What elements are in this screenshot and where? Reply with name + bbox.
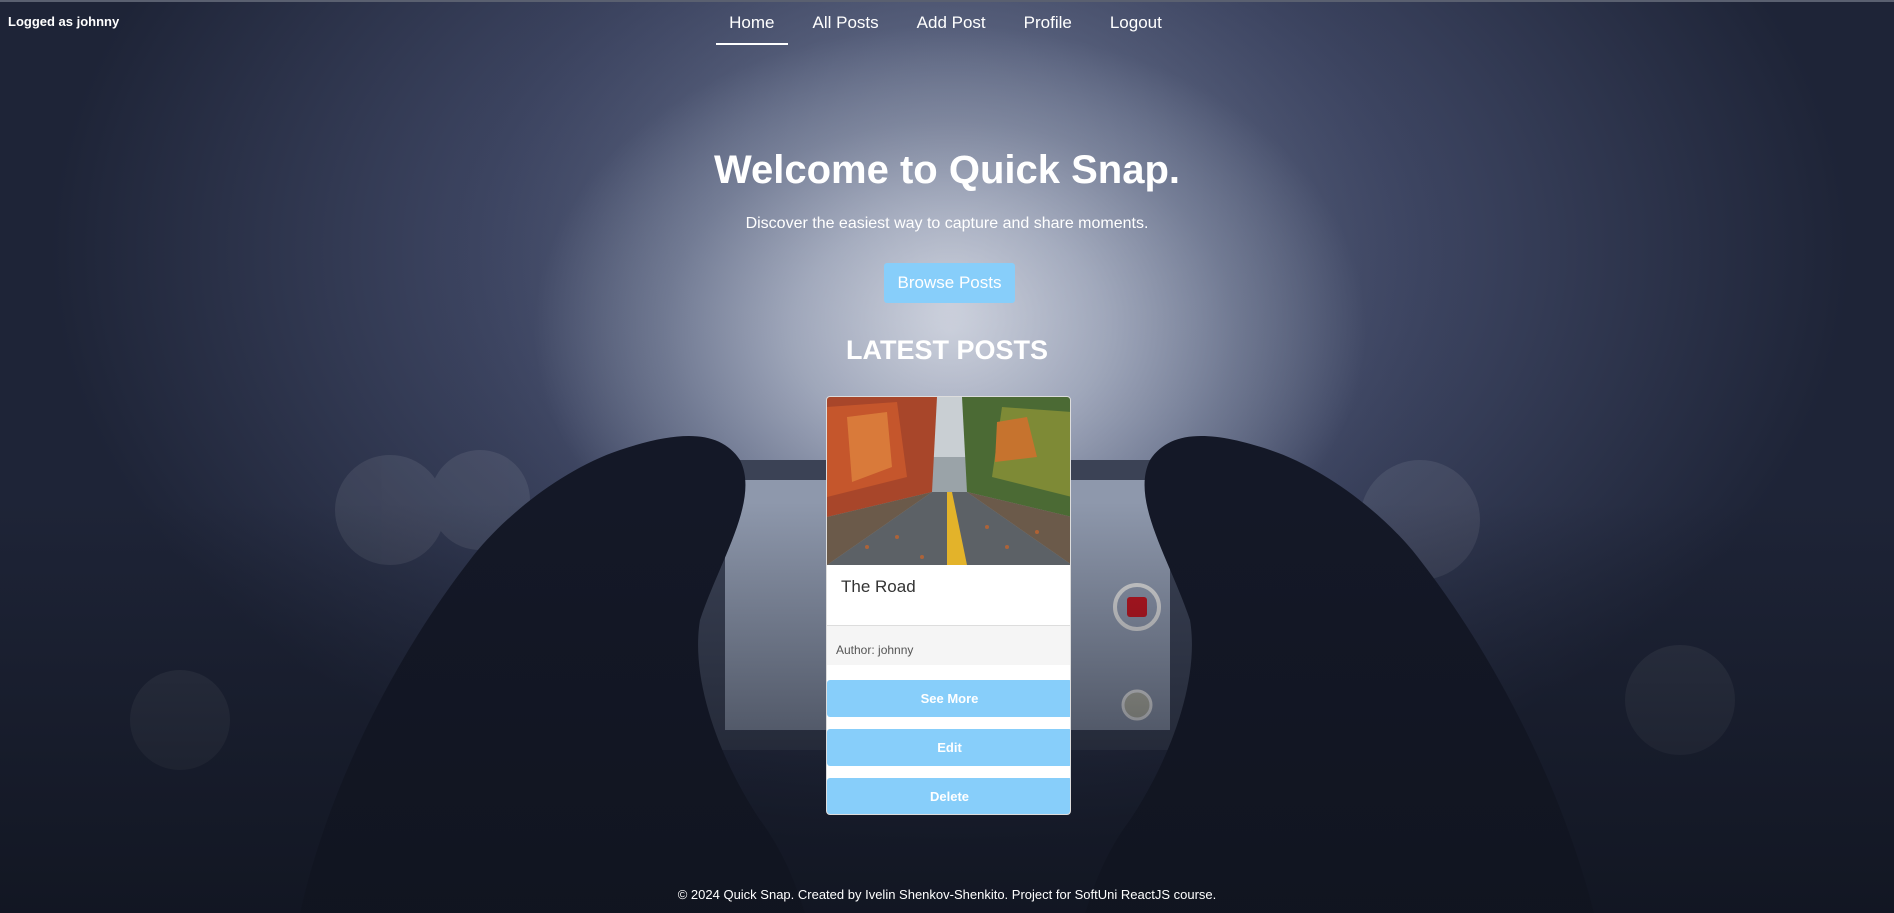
post-card: The Road Author: johnny See More Edit De…	[826, 396, 1071, 815]
nav-logout-link[interactable]: Logout	[1097, 0, 1175, 45]
post-title: The Road	[841, 577, 916, 596]
main-nav: Home All Posts Add Post Profile Logout	[0, 0, 1894, 45]
post-image	[827, 397, 1070, 565]
nav-home-link[interactable]: Home	[716, 0, 788, 45]
nav-profile-link[interactable]: Profile	[1011, 0, 1085, 45]
edit-button[interactable]: Edit	[827, 729, 1070, 766]
footer-text: © 2024 Quick Snap. Created by Ivelin She…	[677, 887, 1217, 902]
latest-posts-heading: LATEST POSTS	[845, 335, 1048, 365]
see-more-button[interactable]: See More	[827, 680, 1070, 717]
hero-subtitle: Discover the easiest way to capture and …	[745, 215, 1149, 232]
hero-title: Welcome to Quick Snap.	[713, 148, 1181, 192]
browse-posts-button[interactable]: Browse Posts	[884, 263, 1015, 303]
nav-all-posts-link[interactable]: All Posts	[800, 0, 892, 45]
nav-add-post-link[interactable]: Add Post	[904, 0, 999, 45]
delete-button[interactable]: Delete	[827, 778, 1070, 814]
post-author: Author: johnny	[827, 625, 1070, 665]
